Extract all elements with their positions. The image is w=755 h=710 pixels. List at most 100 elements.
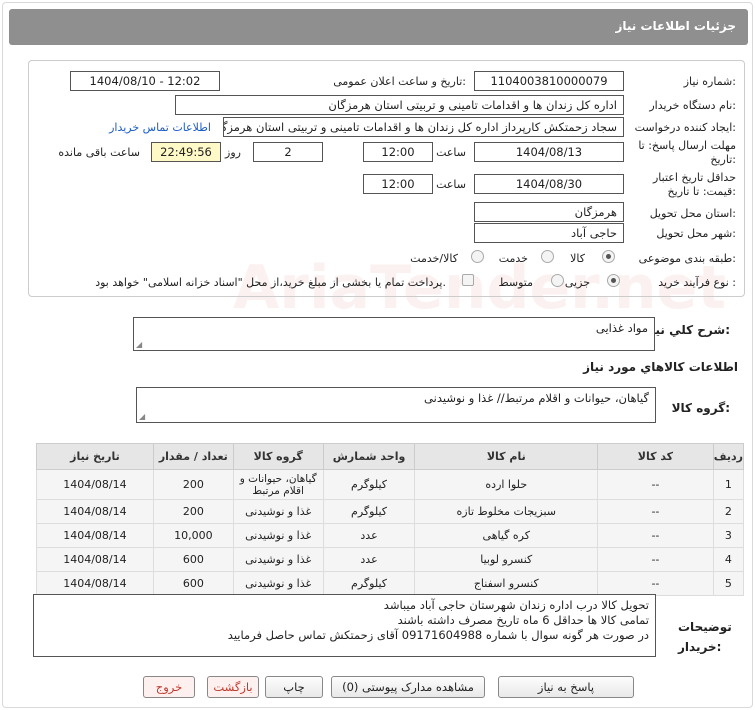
cell-date: 1404/08/14 [36, 523, 154, 548]
cell-group: غذا و نوشیدنی [232, 523, 324, 548]
cell-date: 1404/08/14 [36, 547, 154, 572]
cell-date: 1404/08/14 [36, 499, 154, 524]
remaining-time-field: 22:49:56 [151, 142, 221, 162]
group-text: گیاهان، حیوانات و اقلام مرتبط// غذا و نو… [424, 391, 649, 405]
main-window: جزئیات اطلاعات نیاز AriaTender.net شماره… [2, 2, 753, 708]
table-row[interactable]: 1 -- حلوا ارده کیلوگرم گیاهان، حیوانات و… [36, 469, 745, 500]
col-name-header: نام کالا [414, 443, 599, 470]
cell-code: -- [597, 469, 714, 500]
cell-qty: 10,000 [152, 523, 234, 548]
cell-group: گیاهان، حیوانات و اقلام مرتبط [232, 469, 324, 500]
cell-unit: کیلوگرم [322, 499, 416, 524]
cell-group: غذا و نوشیدنی [232, 571, 324, 596]
notes-line: در صورت هر گونه سوال با شماره 0917160498… [227, 628, 649, 642]
contact-buyer-link[interactable]: اطلاعات تماس خریدار [109, 121, 211, 134]
cell-code: -- [597, 547, 714, 572]
title-bar: جزئیات اطلاعات نیاز [9, 9, 748, 45]
process-radio-medium[interactable] [551, 274, 564, 287]
table-row[interactable]: 2 -- سبزیجات مخلوط تازه کیلوگرم غذا و نو… [36, 499, 745, 524]
cell-code: -- [597, 523, 714, 548]
category-option-both: کالا/خدمت [410, 252, 458, 265]
back-button[interactable]: بازگشت [207, 676, 259, 698]
page-title: جزئیات اطلاعات نیاز [615, 19, 736, 33]
cell-unit: عدد [322, 547, 416, 572]
notes-line: تمامی کالا ها حداقل 6 ماه تاریخ مصرف داش… [397, 613, 649, 627]
cell-qty: 600 [152, 571, 234, 596]
need-number-label: شماره نیاز: [683, 75, 736, 88]
category-option-goods: کالا [570, 252, 585, 265]
process-option-minor: جزیی [564, 276, 590, 289]
reply-time-label: ساعت [436, 146, 466, 159]
cell-name: حلوا ارده [414, 469, 599, 500]
process-option-medium: متوسط [498, 276, 533, 289]
buyer-org-label: نام دستگاه خریدار: [649, 99, 736, 112]
remaining-label: ساعت باقی مانده [58, 146, 140, 159]
reply-button[interactable]: پاسخ به نیاز [498, 676, 634, 698]
cell-group: غذا و نوشیدنی [232, 547, 324, 572]
reply-date-field: 1404/08/13 [474, 142, 624, 162]
col-qty-header: تعداد / مقدار [152, 443, 234, 470]
category-radio-both[interactable] [471, 250, 484, 263]
validity-label: حداقل تاریخ اعتبار قیمت: تا تاریخ: [652, 171, 736, 198]
table-row[interactable]: 5 -- کنسرو اسفناج کیلوگرم غذا و نوشیدنی … [36, 571, 745, 596]
print-button[interactable]: چاپ [265, 676, 323, 698]
reply-deadline-label: مهلت ارسال پاسخ: تا تاریخ: [638, 139, 736, 166]
col-group-header: گروه کالا [232, 443, 324, 470]
resize-grip-icon[interactable]: ◢ [136, 340, 142, 349]
goods-info-title: اطلاعات کالاهاي مورد نياز [583, 360, 738, 374]
group-field: گیاهان، حیوانات و اقلام مرتبط// غذا و نو… [136, 387, 656, 423]
validity-time-field: 12:00 [363, 174, 433, 194]
group-label: گروه کالا: [671, 401, 730, 415]
cell-date: 1404/08/14 [36, 469, 154, 500]
reply-time-field: 12:00 [363, 142, 433, 162]
announce-field: 1404/08/10 - 12:02 [70, 71, 220, 91]
table-header-row: ردیف کد کالا نام کالا واحد شمارش گروه کا… [36, 443, 745, 470]
city-label: شهر محل تحویل: [656, 227, 736, 240]
summary-text: مواد غذایی [595, 321, 648, 335]
category-option-service: خدمت [498, 252, 528, 265]
cell-date: 1404/08/14 [36, 571, 154, 596]
attachments-button[interactable]: مشاهده مدارک پیوستی (0) [331, 676, 485, 698]
cell-name: کنسرو اسفناج [414, 571, 599, 596]
category-radio-goods[interactable] [602, 250, 615, 263]
days-field: 2 [253, 142, 323, 162]
goods-table: ردیف کد کالا نام کالا واحد شمارش گروه کا… [36, 443, 745, 596]
cell-code: -- [597, 571, 714, 596]
province-label: استان محل تحویل: [649, 207, 736, 220]
process-label: نوع فرآیند خرید : [658, 276, 736, 289]
process-radio-minor[interactable] [607, 274, 620, 287]
category-label: طبقه بندی موضوعی: [638, 252, 736, 265]
notes-label: توضیحات خریدار: [678, 620, 732, 654]
resize-grip-icon[interactable]: ◢ [139, 412, 145, 421]
cell-group: غذا و نوشیدنی [232, 499, 324, 524]
city-field: حاجی آباد [474, 223, 624, 243]
table-row[interactable]: 3 -- کره گیاهی عدد غذا و نوشیدنی 10,000 … [36, 523, 745, 548]
col-date-header: تاریخ نیاز [36, 443, 154, 470]
table-row[interactable]: 4 -- کنسرو لوبیا عدد غذا و نوشیدنی 600 1… [36, 547, 745, 572]
col-unit-header: واحد شمارش [322, 443, 416, 470]
cell-name: کنسرو لوبیا [414, 547, 599, 572]
validity-date-field: 1404/08/30 [474, 174, 624, 194]
cell-row: 3 [712, 523, 745, 548]
cell-row: 1 [712, 469, 745, 500]
cell-unit: کیلوگرم [322, 469, 416, 500]
announce-label: تاریخ و ساعت اعلان عمومی: [333, 75, 466, 88]
creator-label: ایجاد کننده درخواست: [634, 121, 736, 134]
need-number-field: 1104003810000079 [474, 71, 624, 91]
validity-time-label: ساعت [436, 178, 466, 191]
cell-qty: 200 [152, 469, 234, 500]
treasury-payment-checkbox[interactable] [462, 274, 474, 286]
summary-field: مواد غذایی ◢ [133, 317, 655, 351]
creator-field: سجاد زحمتکش کارپرداز اداره کل زندان ها و… [223, 117, 624, 137]
cell-code: -- [597, 499, 714, 524]
buyer-org-field: اداره کل زندان ها و اقدامات تامینی و ترب… [175, 95, 624, 115]
col-code-header: کد کالا [597, 443, 714, 470]
cell-qty: 200 [152, 499, 234, 524]
cell-row: 5 [712, 571, 745, 596]
exit-button[interactable]: خروج [143, 676, 195, 698]
cell-qty: 600 [152, 547, 234, 572]
cell-unit: کیلوگرم [322, 571, 416, 596]
category-radio-service[interactable] [541, 250, 554, 263]
notes-line: تحویل کالا درب اداره زندان شهرستان حاجی … [383, 598, 649, 612]
cell-row: 2 [712, 499, 745, 524]
